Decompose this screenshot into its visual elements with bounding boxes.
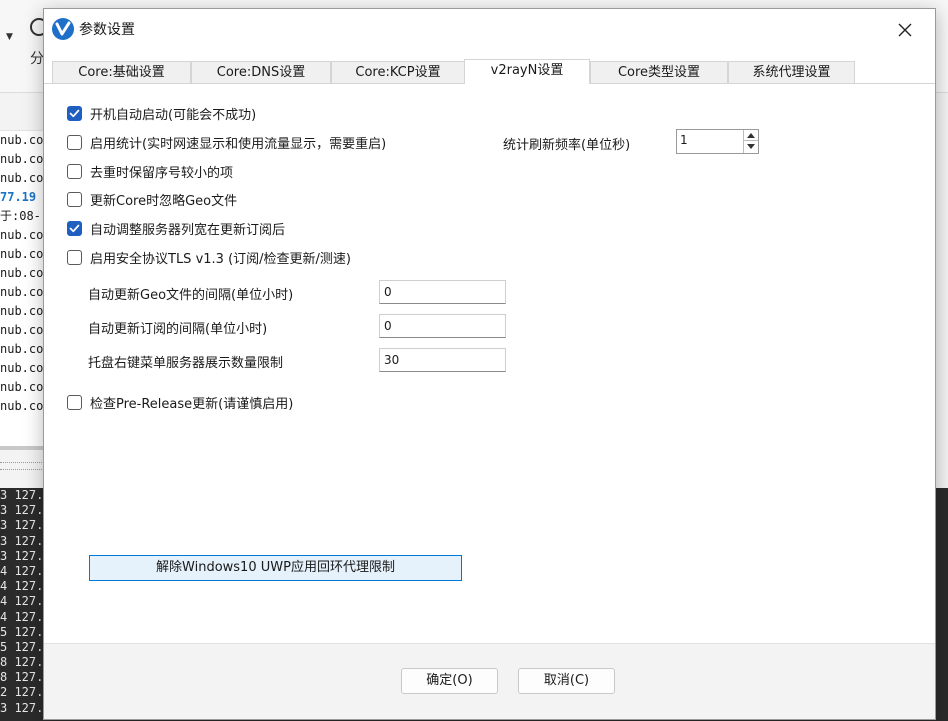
log-line: 4 127.: [0, 563, 44, 578]
list-item[interactable]: nub.com: [0, 264, 44, 283]
list-item[interactable]: 于:08-: [0, 207, 44, 226]
checkmark-icon: [69, 109, 80, 117]
auto-resize-label: 自动调整服务器列宽在更新订阅后: [90, 222, 286, 238]
dialog-footer: 确定(O) 取消(C): [44, 643, 935, 719]
log-line: 8 127.: [0, 670, 44, 685]
dropdown-caret-icon[interactable]: ▼: [6, 32, 13, 42]
dedup-checkbox[interactable]: [67, 163, 82, 179]
tab-core-dns[interactable]: Core:DNS设置: [191, 61, 331, 83]
tls13-checkbox[interactable]: [67, 249, 82, 265]
dialog-title: 参数设置: [79, 22, 135, 38]
log-line: 8 127.: [0, 655, 44, 670]
auto-resize-checkbox[interactable]: [67, 220, 82, 236]
tls13-option[interactable]: 启用安全协议TLS v1.3 (订阅/检查更新/测速): [67, 247, 351, 267]
log-line: 2 127.: [0, 685, 44, 700]
list-item[interactable]: 77.19: [0, 188, 44, 207]
splitter-handle[interactable]: [0, 462, 44, 470]
tab-system-proxy[interactable]: 系统代理设置: [728, 61, 855, 83]
list-item[interactable]: nub.com: [0, 340, 44, 359]
close-button[interactable]: [890, 15, 920, 45]
v2rayn-logo-icon: [52, 18, 74, 40]
ok-button[interactable]: 确定(O): [401, 668, 498, 694]
tray-limit-input[interactable]: 30: [379, 348, 506, 372]
log-line: 3 127.: [0, 700, 44, 715]
prerelease-option[interactable]: 检查Pre-Release更新(请谨慎启用): [67, 392, 293, 412]
server-list[interactable]: nub.comnub.comnub.com77.19于:08-nub.comnu…: [0, 130, 44, 450]
dialog-titlebar[interactable]: 参数设置: [44, 9, 935, 51]
log-line: 4 127.: [0, 609, 44, 624]
list-item[interactable]: nub.com: [0, 245, 44, 264]
tab-core-kcp[interactable]: Core:KCP设置: [331, 61, 465, 83]
close-icon: [898, 23, 912, 37]
ignore-geo-checkbox[interactable]: [67, 191, 82, 207]
log-line: 3 127.: [0, 518, 44, 533]
stats-refresh-value[interactable]: 1: [680, 133, 688, 147]
auto-start-label: 开机自动启动(可能会不成功): [90, 107, 257, 123]
list-item[interactable]: nub.com: [0, 378, 44, 397]
log-line: 3 127.: [0, 503, 44, 518]
prerelease-checkbox[interactable]: [67, 394, 82, 410]
log-line: 3 127.: [0, 548, 44, 563]
stats-refresh-stepper[interactable]: 1: [676, 129, 759, 154]
tab-v2rayn-settings[interactable]: v2rayN设置: [464, 59, 590, 84]
stepper-down-icon[interactable]: [744, 141, 758, 152]
settings-dialog: 参数设置 Core:基础设置 Core:DNS设置 Core:KCP设置 v2r…: [43, 8, 936, 720]
sub-interval-label: 自动更新订阅的间隔(单位小时): [88, 322, 268, 337]
tls13-label: 启用安全协议TLS v1.3 (订阅/检查更新/测速): [90, 251, 351, 267]
list-item[interactable]: nub.com: [0, 131, 44, 150]
stats-refresh-label: 统计刷新频率(单位秒): [503, 138, 631, 153]
list-item[interactable]: nub.com: [0, 397, 44, 416]
auto-start-option[interactable]: 开机自动启动(可能会不成功): [67, 103, 256, 123]
log-line: 3 127.: [0, 488, 44, 502]
enable-stats-label: 启用统计(实时网速显示和使用流量显示，需要重启): [90, 136, 387, 152]
cancel-button[interactable]: 取消(C): [518, 668, 615, 694]
list-item[interactable]: nub.com: [0, 321, 44, 340]
list-item[interactable]: nub.com: [0, 359, 44, 378]
ignore-geo-option[interactable]: 更新Core时忽略Geo文件: [67, 189, 237, 209]
list-item[interactable]: nub.com: [0, 302, 44, 321]
toolbar-label: 分: [30, 51, 44, 67]
geo-interval-label: 自动更新Geo文件的间隔(单位小时): [88, 288, 294, 303]
list-scrollbar[interactable]: [0, 446, 44, 450]
tab-core-basic[interactable]: Core:基础设置: [52, 61, 191, 83]
log-line: 5 127.: [0, 624, 44, 639]
auto-start-checkbox[interactable]: [67, 105, 82, 121]
sub-interval-input[interactable]: 0: [379, 314, 506, 338]
tray-limit-label: 托盘右键菜单服务器展示数量限制: [88, 356, 284, 371]
list-item[interactable]: nub.com: [0, 283, 44, 302]
log-line: 3 127.: [0, 533, 44, 548]
list-item[interactable]: nub.com: [0, 226, 44, 245]
stepper-up-icon[interactable]: [744, 130, 758, 141]
stepper-buttons: [743, 130, 758, 153]
log-line: 4 127.: [0, 579, 44, 594]
settings-tabs: Core:基础设置 Core:DNS设置 Core:KCP设置 v2rayN设置…: [52, 59, 902, 84]
auto-resize-option[interactable]: 自动调整服务器列宽在更新订阅后: [67, 218, 285, 238]
tab-core-type[interactable]: Core类型设置: [590, 61, 728, 83]
checkmark-icon: [69, 224, 80, 232]
list-item[interactable]: nub.com: [0, 169, 44, 188]
enable-stats-option[interactable]: 启用统计(实时网速显示和使用流量显示，需要重启): [67, 132, 386, 152]
dedup-option[interactable]: 去重时保留序号较小的项: [67, 161, 233, 181]
log-line: 5 127.: [0, 639, 44, 654]
uwp-loopback-button[interactable]: 解除Windows10 UWP应用回环代理限制: [89, 555, 462, 581]
list-item[interactable]: nub.com: [0, 150, 44, 169]
ignore-geo-label: 更新Core时忽略Geo文件: [90, 193, 238, 209]
dedup-label: 去重时保留序号较小的项: [90, 165, 234, 181]
prerelease-label: 检查Pre-Release更新(请谨慎启用): [90, 396, 294, 412]
geo-interval-input[interactable]: 0: [379, 280, 506, 304]
enable-stats-checkbox[interactable]: [67, 134, 82, 150]
log-line: 4 127.: [0, 594, 44, 609]
